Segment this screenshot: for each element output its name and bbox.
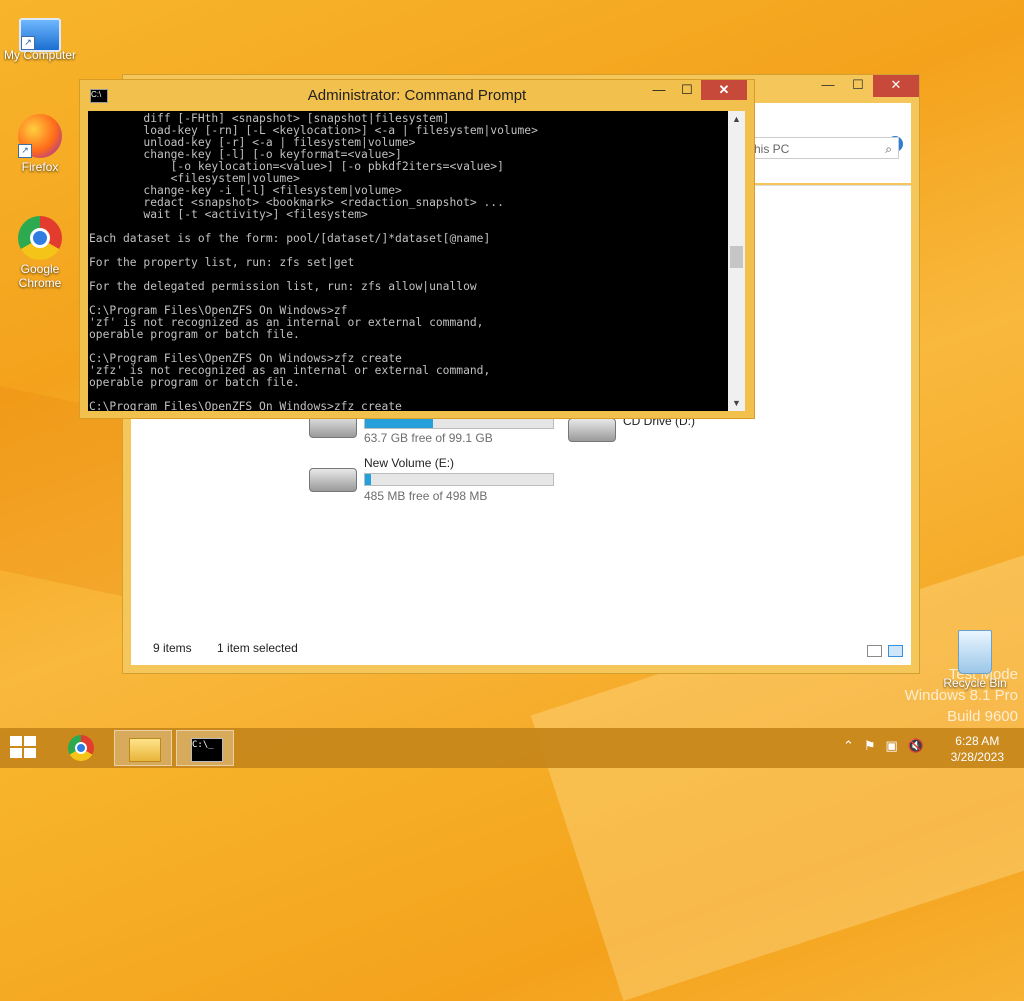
watermark-line: Build 9600 [947,708,1018,725]
shortcut-arrow-icon: ↗ [21,36,35,50]
taskbar-chrome[interactable] [53,730,111,766]
close-button[interactable]: ✕ [873,75,919,97]
shortcut-arrow-icon: ↗ [18,144,32,158]
drive-icon [568,418,616,442]
console-output[interactable]: diff [-FHth] <snapshot> [snapshot|filesy… [88,111,728,411]
minimize-button[interactable]: — [813,75,843,97]
clock-date: 3/28/2023 [950,750,1004,764]
large-icons-view-icon[interactable] [888,645,903,657]
window-controls: — ☐ ✕ [813,75,919,97]
drive-free-space: 485 MB free of 498 MB [364,489,488,503]
start-button[interactable] [10,736,38,760]
title-bar[interactable]: C:\ Administrator: Command Prompt — ☐ ✕ [80,80,754,110]
scroll-down-icon[interactable]: ▼ [728,395,745,411]
windows-logo-pane [10,748,22,758]
desktop-icon-recycle-bin[interactable]: Recycle Bin [940,630,1010,690]
drive-item-new-volume[interactable]: New Volume (E:) 485 MB free of 498 MB [309,456,559,506]
view-switcher [867,645,903,657]
selection-count: 1 item selected [217,641,298,655]
firefox-icon: ↗ [18,114,62,158]
clock-time: 6:28 AM [955,734,1000,748]
item-count: 9 items [153,641,192,655]
windows-logo-icon [10,736,22,746]
details-view-icon[interactable] [867,645,882,657]
console-text: diff [-FHth] <snapshot> [snapshot|filesy… [89,112,538,412]
show-hidden-icons-icon[interactable]: ⌃ [843,738,854,754]
search-icon[interactable]: ⌕ [885,138,892,160]
desktop-icon-label: Google Chrome [18,262,62,290]
window-controls: — ☐ ✕ [645,80,747,100]
cmd-icon: C:\_ [191,738,223,762]
command-prompt-window[interactable]: C:\ Administrator: Command Prompt — ☐ ✕ … [79,79,755,419]
system-tray: ⌃ ⚑ ▣ 🔇 [843,738,924,754]
flag-icon[interactable]: ⚑ [864,738,876,754]
desktop-icon-my-computer[interactable]: ↗ My Computer [0,12,80,62]
desktop-icon-firefox[interactable]: ↗ Firefox [0,114,80,174]
taskbar-command-prompt[interactable]: C:\_ [176,730,234,766]
clock[interactable]: 6:28 AM 3/28/2023 [951,733,1004,765]
taskbar-file-explorer[interactable] [114,730,172,766]
computer-icon: ↗ [19,18,61,52]
scroll-thumb[interactable] [730,246,743,268]
minimize-button[interactable]: — [645,80,673,100]
chrome-icon [68,735,94,761]
recycle-bin-icon [958,630,992,674]
drive-name: New Volume (E:) [364,456,455,470]
desktop-icon-label: Recycle Bin [943,676,1007,690]
maximize-button[interactable]: ☐ [843,75,873,97]
volume-muted-icon[interactable]: 🔇 [908,738,924,754]
drive-free-space: 63.7 GB free of 99.1 GB [364,431,493,445]
chrome-icon [18,216,62,260]
desktop-icon-label: Firefox [21,160,59,174]
folder-icon [129,738,161,762]
windows-logo-pane [24,736,36,746]
maximize-button[interactable]: ☐ [673,80,701,100]
scroll-up-icon[interactable]: ▲ [728,111,745,127]
taskbar: C:\_ ⌃ ⚑ ▣ 🔇 6:28 AM 3/28/2023 [0,728,1024,768]
desktop-icon-google-chrome[interactable]: Google Chrome [0,216,80,290]
windows-logo-pane [24,748,36,758]
search-placeholder: his PC [754,142,790,156]
status-bar: 9 items 1 item selected [153,641,320,655]
close-button[interactable]: ✕ [701,80,747,100]
network-icon[interactable]: ▣ [886,738,898,754]
search-input[interactable]: his PC ⌕ [749,137,899,159]
drive-usage-bar [364,473,554,486]
drive-usage-fill [365,474,371,485]
vertical-scrollbar[interactable]: ▲ ▼ [728,111,745,411]
drive-icon [309,468,357,492]
